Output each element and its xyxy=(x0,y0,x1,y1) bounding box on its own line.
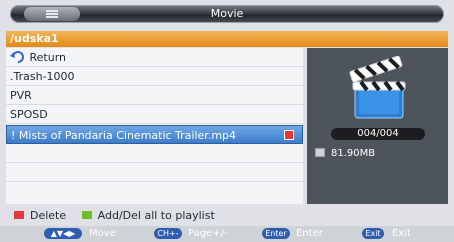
preview-panel: 004/004 81.90MB xyxy=(307,48,448,204)
empty-row xyxy=(6,182,303,201)
enter-key-badge: Enter xyxy=(262,228,290,239)
list-item[interactable]: PVR xyxy=(6,86,303,105)
list-item-label: SPOSD xyxy=(10,108,48,121)
file-size-icon xyxy=(315,148,325,157)
page-hint: Page+/- xyxy=(188,228,228,239)
list-item-selected[interactable]: ! Mists of Pandaria Cinematic Trailer.mp… xyxy=(6,125,303,144)
list-item-return[interactable]: Return xyxy=(6,48,303,67)
list-item-label: Return xyxy=(29,51,67,64)
media-browser-screen: Movie /udska1 Return .Trash-1000 PVR SPO… xyxy=(0,0,454,242)
page-key-badge: CH+- xyxy=(154,228,182,239)
enter-hint: Enter xyxy=(296,228,323,239)
exit-hint: Exit xyxy=(392,228,411,239)
empty-row xyxy=(6,144,303,163)
move-hint: Move xyxy=(89,228,116,239)
exit-key-badge: Exit xyxy=(362,228,384,239)
list-item[interactable]: SPOSD xyxy=(6,105,303,124)
file-list: Return .Trash-1000 PVR SPOSD ! Mists of … xyxy=(6,48,303,204)
file-info: 81.90MB xyxy=(315,148,375,159)
item-counter: 004/004 xyxy=(331,128,425,140)
title-bar: Movie xyxy=(10,5,444,23)
path-bar: /udska1 xyxy=(6,31,448,47)
red-key-swatch xyxy=(14,211,24,219)
window-title: Movie xyxy=(210,7,244,20)
clapperboard-icon xyxy=(349,55,406,119)
list-item[interactable]: .Trash-1000 xyxy=(6,67,303,86)
green-key-swatch xyxy=(81,211,92,219)
delete-label: Delete xyxy=(30,209,67,222)
list-item-label: ! Mists of Pandaria Cinematic Trailer.mp… xyxy=(11,129,237,142)
color-key-legend: Delete Add/Del all to playlist xyxy=(14,209,215,222)
move-key-badge: ▲▼◀▶ xyxy=(44,228,82,239)
playlist-check-icon[interactable] xyxy=(284,130,294,140)
empty-row xyxy=(6,163,303,182)
list-item-label: PVR xyxy=(10,89,32,102)
list-item-label: .Trash-1000 xyxy=(10,70,75,83)
return-arrow-icon xyxy=(10,51,24,63)
bottom-nav-bar: ▲▼◀▶ Move CH+- Page+/- Enter Enter Exit … xyxy=(0,226,454,242)
add-del-playlist-label: Add/Del all to playlist xyxy=(97,209,215,222)
file-size: 81.90MB xyxy=(331,148,376,159)
